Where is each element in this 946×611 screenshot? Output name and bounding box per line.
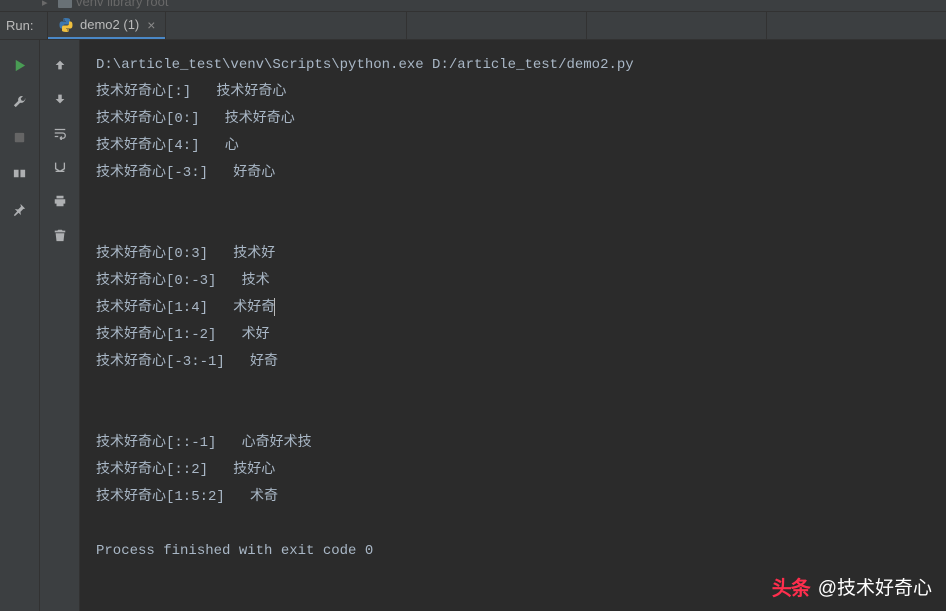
console-line: 技术好奇心[1:-2] 术好	[96, 327, 270, 343]
watermark-logo: 头条	[772, 572, 810, 601]
console-line: 技术好奇心[-3:-1] 好奇	[96, 354, 278, 370]
up-arrow-button[interactable]	[51, 56, 69, 74]
console-line: 技术好奇心[1:5:2] 术奇	[96, 489, 278, 505]
soft-wrap-button[interactable]	[51, 124, 69, 142]
tree-item-venv[interactable]: venv library root	[58, 0, 168, 9]
wrench-button[interactable]	[11, 92, 29, 110]
folder-icon	[58, 0, 72, 8]
scroll-to-end-button[interactable]	[51, 158, 69, 176]
run-tab-demo2[interactable]: demo2 (1) ×	[48, 12, 165, 39]
run-panel-label: Run:	[0, 12, 48, 39]
console-line: 技术好奇心[0:] 技术好奇心	[96, 111, 295, 127]
console-line: Process finished with exit code 0	[96, 543, 373, 559]
stop-button[interactable]	[11, 128, 29, 146]
console-line: 技术好奇心[0:3] 技术好	[96, 246, 275, 262]
run-toolbar-left	[0, 40, 40, 611]
console-line: D:\article_test\venv\Scripts\python.exe …	[96, 57, 634, 73]
tree-item-label: venv library root	[76, 0, 168, 9]
trash-button[interactable]	[51, 226, 69, 244]
down-arrow-button[interactable]	[51, 90, 69, 108]
watermark: 头条 @技术好奇心	[772, 572, 932, 601]
tab-bar-segment-3	[766, 12, 946, 39]
watermark-handle: @技术好奇心	[818, 573, 932, 600]
tab-bar-empty	[166, 12, 406, 39]
run-tab-label: demo2 (1)	[80, 17, 139, 32]
tree-chevron-icon[interactable]: ▸	[42, 0, 48, 9]
rerun-button[interactable]	[11, 56, 29, 74]
text-cursor	[274, 298, 275, 316]
console-output[interactable]: D:\article_test\venv\Scripts\python.exe …	[80, 40, 946, 611]
run-toolbar-secondary	[40, 40, 80, 611]
python-icon	[58, 17, 74, 33]
console-line: 技术好奇心[:] 技术好奇心	[96, 84, 286, 100]
console-line: 技术好奇心[-3:] 好奇心	[96, 165, 275, 181]
tab-bar-segment-2	[586, 12, 766, 39]
console-line: 技术好奇心[::-1] 心奇好术技	[96, 435, 312, 451]
run-tab-bar: Run: demo2 (1) ×	[0, 12, 946, 40]
console-line: 技术好奇心[4:] 心	[96, 138, 239, 154]
console-line: 技术好奇心[0:-3] 技术	[96, 273, 270, 289]
project-tree-strip: ▸ venv library root	[0, 0, 946, 12]
console-line: 技术好奇心[::2] 技好心	[96, 462, 275, 478]
run-main-area: D:\article_test\venv\Scripts\python.exe …	[0, 40, 946, 611]
console-line: 技术好奇心[1:4] 术好奇	[96, 300, 275, 316]
print-button[interactable]	[51, 192, 69, 210]
close-icon[interactable]: ×	[147, 17, 155, 33]
tab-bar-segment-1	[406, 12, 586, 39]
layout-button[interactable]	[11, 164, 29, 182]
pin-button[interactable]	[11, 200, 29, 218]
